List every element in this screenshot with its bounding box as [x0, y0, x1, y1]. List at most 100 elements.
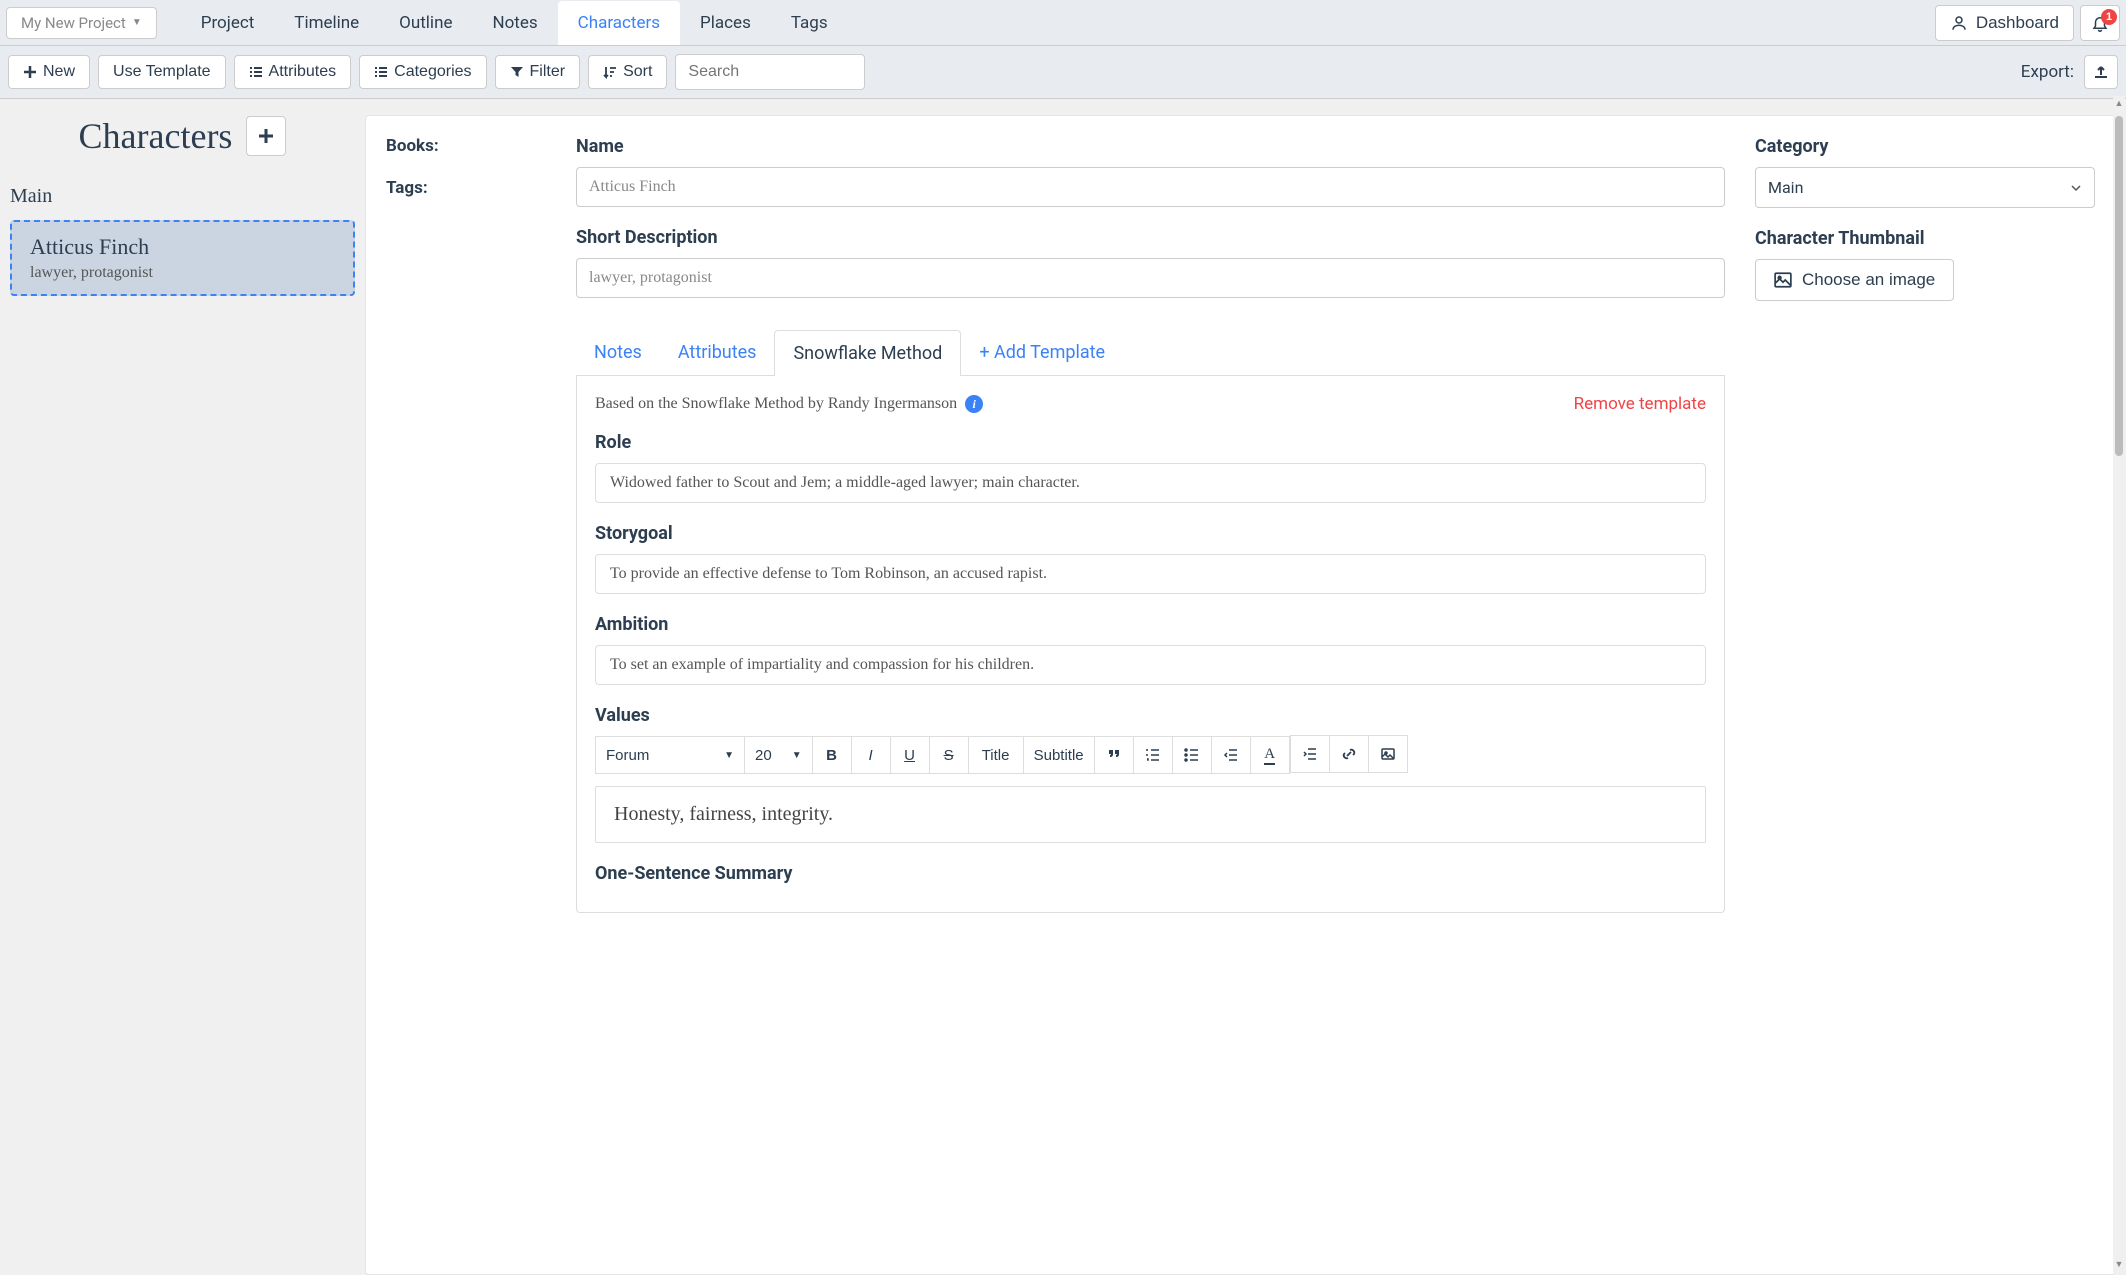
name-input[interactable] [576, 167, 1725, 207]
scrollbar-thumb[interactable] [2115, 116, 2123, 456]
main-content: Characters Main Atticus Finch lawyer, pr… [0, 99, 2126, 1275]
values-label: Values [595, 705, 1706, 726]
rte-font-dropdown[interactable]: Forum ▼ [595, 736, 745, 774]
rte-subtitle-button[interactable]: Subtitle [1023, 736, 1095, 774]
filter-button[interactable]: Filter [495, 55, 581, 89]
italic-icon: I [869, 747, 873, 764]
outdent-icon [1223, 747, 1239, 763]
storygoal-label: Storygoal [595, 523, 1706, 544]
sidebar-category: Main [10, 185, 355, 208]
export-label: Export: [2021, 62, 2074, 82]
new-button[interactable]: New [8, 55, 90, 89]
sidebar: Characters Main Atticus Finch lawyer, pr… [0, 99, 365, 1275]
quote-icon [1106, 747, 1122, 763]
categories-button[interactable]: Categories [359, 55, 486, 89]
caret-down-icon: ▼ [724, 750, 734, 761]
user-icon [1950, 14, 1968, 32]
tab-attributes[interactable]: Attributes [660, 330, 775, 375]
detail-grid: Books: Tags: Name Short Description Note… [386, 136, 2095, 913]
nav-items: Project Timeline Outline Notes Character… [181, 1, 848, 45]
project-dropdown[interactable]: My New Project ▼ [6, 7, 157, 39]
tab-notes[interactable]: Notes [576, 330, 660, 375]
rte-ul-button[interactable] [1172, 736, 1212, 774]
image-icon [1774, 271, 1792, 289]
project-dropdown-label: My New Project [21, 14, 126, 32]
ol-icon [1145, 747, 1161, 763]
snowflake-intro: Based on the Snowflake Method by Randy I… [595, 395, 983, 413]
nav-right: Dashboard 1 [1935, 5, 2120, 41]
role-label: Role [595, 432, 1706, 453]
rte-indent-button[interactable] [1290, 735, 1330, 773]
export-button[interactable] [2084, 55, 2118, 89]
character-card-name: Atticus Finch [30, 234, 335, 260]
storygoal-input[interactable] [595, 554, 1706, 594]
rte-bold-button[interactable]: B [812, 736, 852, 774]
scrollbar[interactable]: ▲ ▼ [2113, 96, 2125, 1272]
rte-underline-button[interactable]: U [890, 736, 930, 774]
image-icon [1380, 746, 1396, 762]
ambition-input[interactable] [595, 645, 1706, 685]
rte-size-dropdown[interactable]: 20 ▼ [744, 736, 813, 774]
nav-notes[interactable]: Notes [472, 1, 557, 45]
dashboard-label: Dashboard [1976, 13, 2059, 33]
search-input[interactable] [675, 54, 865, 90]
dashboard-button[interactable]: Dashboard [1935, 5, 2074, 41]
indent-icon [1302, 746, 1318, 762]
tab-snowflake[interactable]: Snowflake Method [774, 330, 961, 376]
nav-outline[interactable]: Outline [379, 1, 472, 45]
rte-ol-button[interactable] [1133, 736, 1173, 774]
choose-image-button[interactable]: Choose an image [1755, 259, 1954, 301]
rte-font-value: Forum [606, 747, 649, 764]
rte-quote-button[interactable] [1094, 736, 1134, 774]
toolbar: New Use Template Attributes Categories F… [0, 46, 2126, 99]
detail-panel: Books: Tags: Name Short Description Note… [365, 115, 2116, 1275]
top-nav: My New Project ▼ Project Timeline Outlin… [0, 0, 2126, 46]
rte-outdent-button[interactable] [1211, 736, 1251, 774]
rte-italic-button[interactable]: I [851, 736, 891, 774]
snowflake-header: Based on the Snowflake Method by Randy I… [595, 394, 1706, 414]
scroll-up-icon: ▲ [2113, 98, 2125, 109]
meta-column: Books: Tags: [386, 136, 546, 913]
rte-link-button[interactable] [1329, 735, 1369, 773]
character-tabs: Notes Attributes Snowflake Method + Add … [576, 330, 1725, 376]
form-column-2: Category Main Character Thumbnail Choose… [1755, 136, 2095, 913]
rte-title-button[interactable]: Title [968, 736, 1024, 774]
tab-add-template[interactable]: + Add Template [961, 330, 1123, 375]
tab-content: Based on the Snowflake Method by Randy I… [576, 376, 1725, 913]
remove-template-link[interactable]: Remove template [1574, 394, 1706, 414]
rte-strike-button[interactable]: S [929, 736, 969, 774]
bold-icon: B [826, 747, 837, 764]
new-label: New [43, 63, 75, 81]
nav-project[interactable]: Project [181, 1, 275, 45]
books-label: Books: [386, 136, 546, 156]
nav-tags[interactable]: Tags [771, 1, 848, 45]
snowflake-intro-text: Based on the Snowflake Method by Randy I… [595, 395, 957, 413]
values-editor[interactable]: Honesty, fairness, integrity. [595, 786, 1706, 843]
list-icon [374, 65, 388, 79]
role-input[interactable] [595, 463, 1706, 503]
rte-image-button[interactable] [1368, 735, 1408, 773]
nav-places[interactable]: Places [680, 1, 771, 45]
attributes-button[interactable]: Attributes [234, 55, 352, 89]
info-icon[interactable]: i [965, 395, 983, 413]
sort-button[interactable]: Sort [588, 55, 667, 89]
notification-badge: 1 [2101, 9, 2117, 25]
sort-icon [603, 65, 617, 79]
sidebar-title-row: Characters [10, 115, 355, 157]
character-card[interactable]: Atticus Finch lawyer, protagonist [10, 220, 355, 296]
thumbnail-label: Character Thumbnail [1755, 228, 2095, 249]
ul-icon [1184, 747, 1200, 763]
category-select[interactable]: Main [1755, 167, 2095, 208]
nav-characters[interactable]: Characters [558, 1, 680, 45]
use-template-button[interactable]: Use Template [98, 55, 226, 89]
add-character-button[interactable] [246, 116, 286, 156]
rte-toolbar: Forum ▼ 20 ▼ B I U S Title [595, 736, 1706, 774]
ambition-label: Ambition [595, 614, 1706, 635]
list-icon [249, 65, 263, 79]
notifications-button[interactable]: 1 [2080, 5, 2120, 41]
caret-down-icon: ▼ [792, 750, 802, 761]
short-desc-input[interactable] [576, 258, 1725, 298]
rte-textcolor-button[interactable]: A [1250, 736, 1290, 774]
nav-timeline[interactable]: Timeline [274, 1, 379, 45]
caret-down-icon: ▼ [132, 17, 142, 28]
